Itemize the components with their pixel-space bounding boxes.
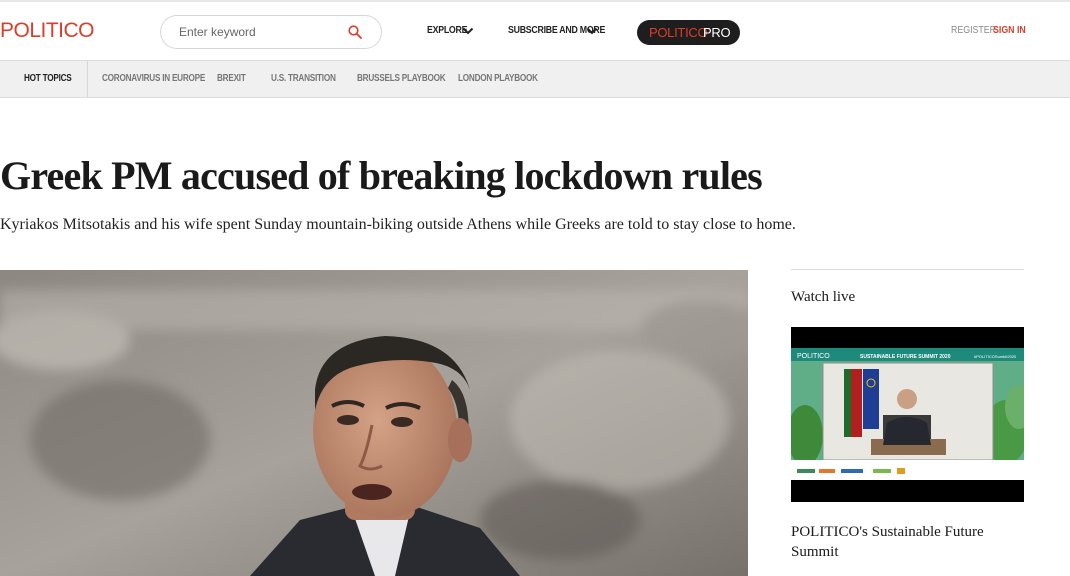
chevron-down-icon[interactable] <box>586 26 598 36</box>
divider <box>791 269 1024 270</box>
search-box[interactable] <box>160 15 382 49</box>
topic-link-coronavirus[interactable]: CORONAVIRUS IN EUROPE <box>102 73 205 84</box>
topic-link-us-transition[interactable]: U.S. TRANSITION <box>271 73 336 84</box>
hot-topics-label: HOT TOPICS <box>24 73 72 84</box>
article-hero-image <box>0 270 748 576</box>
search-icon[interactable] <box>348 25 362 39</box>
video-banner-title: SUSTAINABLE FUTURE SUMMIT 2020 <box>860 354 951 360</box>
divider <box>87 61 88 97</box>
search-input[interactable] <box>179 23 339 41</box>
topic-link-london-playbook[interactable]: LONDON PLAYBOOK <box>458 73 538 84</box>
watch-live-heading: Watch live <box>791 289 856 305</box>
video-banner-hashtag: #POLITICOSumbit2020 <box>974 354 1017 359</box>
video-caption-link[interactable]: POLITICO's Sustainable Future Summit <box>791 522 1024 562</box>
pro-pill-brand: POLITICO <box>649 25 708 40</box>
pro-pill-pro: PRO <box>703 25 731 40</box>
topic-link-brussels-playbook[interactable]: BRUSSELS PLAYBOOK <box>357 73 446 84</box>
video-banner-politico: POLITICO <box>797 353 830 360</box>
chevron-down-icon[interactable] <box>462 26 474 36</box>
article-headline: Greek PM accused of breaking lockdown ru… <box>0 153 763 198</box>
live-video-player[interactable]: POLITICO SUSTAINABLE FUTURE SUMMIT 2020 … <box>791 327 1024 502</box>
register-link[interactable]: REGISTER <box>951 25 996 36</box>
politico-pro-button[interactable]: POLITICO PRO <box>637 20 740 45</box>
hot-topics-bar: HOT TOPICS CORONAVIRUS IN EUROPE BREXIT … <box>0 60 1070 98</box>
topic-link-brexit[interactable]: BREXIT <box>217 73 246 84</box>
article-dek: Kyriakos Mitsotakis and his wife spent S… <box>0 216 796 233</box>
top-navigation-bar: POLITICO EXPLORE SUBSCRIBE AND MORE POLI… <box>0 0 1070 60</box>
politico-logo[interactable]: POLITICO <box>0 19 95 43</box>
sign-in-link[interactable]: SIGN IN <box>993 25 1026 36</box>
